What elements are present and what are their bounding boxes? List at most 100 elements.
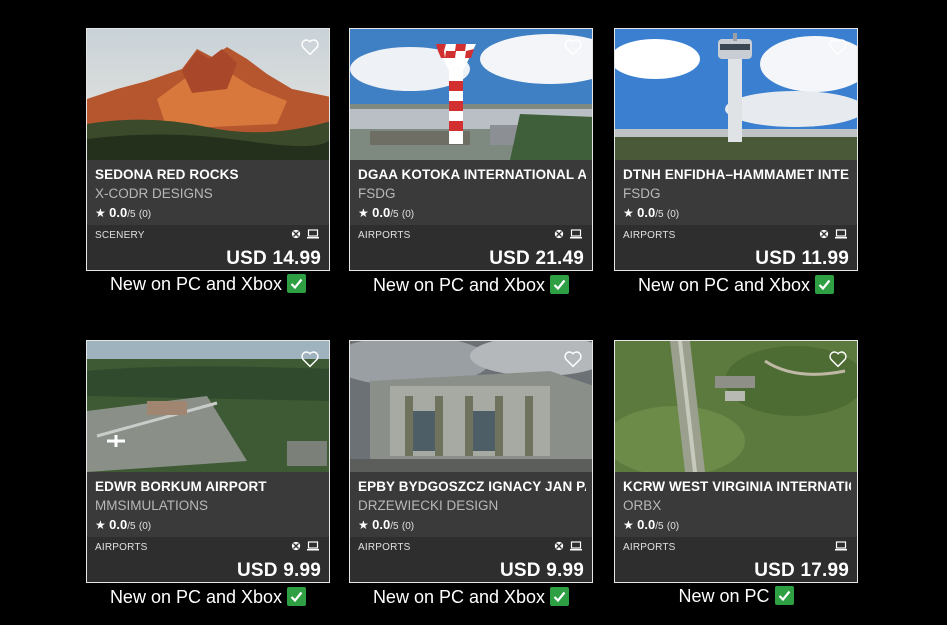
- product-title: KCRW WEST VIRGINIA INTERNATIC: [623, 479, 851, 494]
- xbox-icon: [291, 541, 301, 551]
- xbox-icon: [554, 229, 564, 239]
- rating-count: (0): [666, 209, 680, 220]
- product-card-bydgoszcz[interactable]: EPBY BYDGOSZCZ IGNACY JAN PA DRZEWIECKI …: [349, 340, 593, 583]
- pc-icon: [307, 541, 319, 551]
- product-rating: ★ 0.0/5 (0): [623, 517, 679, 532]
- product-category: AIRPORTS: [623, 230, 676, 241]
- wishlist-heart-icon[interactable]: [300, 350, 320, 368]
- product-footer: AIRPORTS USD 9.99: [87, 537, 329, 582]
- wishlist-heart-icon[interactable]: [828, 38, 848, 56]
- platform-icons: [553, 229, 582, 239]
- rating-score: 0.0: [109, 205, 128, 220]
- product-category: AIRPORTS: [358, 542, 411, 553]
- product-category: SCENERY: [95, 230, 145, 241]
- product-category: AIRPORTS: [95, 542, 148, 553]
- xbox-icon: [819, 229, 829, 239]
- pc-icon: [835, 541, 847, 551]
- product-price: USD 9.99: [237, 560, 321, 581]
- product-info: EPBY BYDGOSZCZ IGNACY JAN PA DRZEWIECKI …: [350, 472, 592, 537]
- product-card-kotoka[interactable]: DGAA KOTOKA INTERNATIONAL A FSDG ★ 0.0/5…: [349, 28, 593, 271]
- availability-caption: New on PC and Xbox: [349, 587, 593, 608]
- rating-scale: /5: [390, 209, 399, 220]
- product-title: SEDONA RED ROCKS: [95, 167, 239, 182]
- product-footer: AIRPORTS USD 11.99: [615, 225, 857, 270]
- product-card-sedona[interactable]: SEDONA RED ROCKS X-CODR DESIGNS ★ 0.0/5 …: [86, 28, 330, 271]
- rating-score: 0.0: [109, 517, 128, 532]
- product-card-borkum[interactable]: EDWR BORKUM AIRPORT MMSIMULATIONS ★ 0.0/…: [86, 340, 330, 583]
- product-publisher: DRZEWIECKI DESIGN: [358, 498, 499, 513]
- product-info: EDWR BORKUM AIRPORT MMSIMULATIONS ★ 0.0/…: [87, 472, 329, 537]
- product-rating: ★ 0.0/5 (0): [623, 205, 679, 220]
- product-rating: ★ 0.0/5 (0): [95, 205, 151, 220]
- pc-icon: [570, 229, 582, 239]
- wishlist-heart-icon[interactable]: [828, 350, 848, 368]
- availability-caption: New on PC and Xbox: [86, 587, 330, 608]
- platform-icons: [290, 229, 319, 239]
- rating-count: (0): [401, 209, 415, 220]
- rating-score: 0.0: [637, 205, 656, 220]
- product-publisher: ORBX: [623, 498, 662, 513]
- platform-icons: [835, 541, 847, 551]
- product-publisher: FSDG: [623, 186, 661, 201]
- product-title: DTNH ENFIDHA–HAMMAMET INTE: [623, 167, 850, 182]
- star-icon: ★: [358, 518, 369, 532]
- wishlist-heart-icon[interactable]: [563, 350, 583, 368]
- checkmark-icon: [774, 586, 794, 605]
- rating-count: (0): [138, 209, 152, 220]
- product-title: EDWR BORKUM AIRPORT: [95, 479, 267, 494]
- caption-text: New on PC and Xbox: [637, 275, 811, 295]
- checkmark-icon: [815, 275, 835, 294]
- availability-caption: New on PC and Xbox: [349, 275, 593, 296]
- caption-text: New on PC and Xbox: [372, 587, 546, 607]
- availability-caption: New on PC and Xbox: [614, 275, 858, 296]
- product-footer: AIRPORTS USD 17.99: [615, 537, 857, 582]
- product-thumbnail: [615, 29, 857, 160]
- product-price: USD 14.99: [226, 248, 321, 269]
- pc-icon: [835, 229, 847, 239]
- product-thumbnail: [350, 341, 592, 472]
- caption-text: New on PC: [678, 586, 770, 606]
- platform-icons: [553, 541, 582, 551]
- xbox-icon: [291, 229, 301, 239]
- pc-icon: [570, 541, 582, 551]
- checkmark-icon: [550, 587, 570, 606]
- product-footer: AIRPORTS USD 9.99: [350, 537, 592, 582]
- product-info: SEDONA RED ROCKS X-CODR DESIGNS ★ 0.0/5 …: [87, 160, 329, 225]
- product-thumbnail: [615, 341, 857, 472]
- product-card-enfidha[interactable]: DTNH ENFIDHA–HAMMAMET INTE FSDG ★ 0.0/5 …: [614, 28, 858, 271]
- wishlist-heart-icon[interactable]: [563, 38, 583, 56]
- rating-count: (0): [138, 521, 152, 532]
- caption-text: New on PC and Xbox: [372, 275, 546, 295]
- star-icon: ★: [623, 518, 634, 532]
- product-info: DTNH ENFIDHA–HAMMAMET INTE FSDG ★ 0.0/5 …: [615, 160, 857, 225]
- rating-scale: /5: [127, 209, 136, 220]
- product-thumbnail: [87, 29, 329, 160]
- product-price: USD 11.99: [755, 248, 849, 269]
- product-price: USD 9.99: [500, 560, 584, 581]
- checkmark-icon: [550, 275, 570, 294]
- xbox-icon: [554, 541, 564, 551]
- star-icon: ★: [623, 206, 634, 220]
- rating-score: 0.0: [372, 205, 391, 220]
- checkmark-icon: [287, 587, 307, 606]
- star-icon: ★: [358, 206, 369, 220]
- product-thumbnail: [350, 29, 592, 160]
- platform-icons: [290, 541, 319, 551]
- rating-score: 0.0: [637, 517, 656, 532]
- product-info: DGAA KOTOKA INTERNATIONAL A FSDG ★ 0.0/5…: [350, 160, 592, 225]
- checkmark-icon: [287, 274, 307, 293]
- rating-count: (0): [401, 521, 415, 532]
- product-publisher: X-CODR DESIGNS: [95, 186, 213, 201]
- product-card-kcrw[interactable]: KCRW WEST VIRGINIA INTERNATIC ORBX ★ 0.0…: [614, 340, 858, 583]
- platform-icons: [818, 229, 847, 239]
- product-footer: SCENERY USD 14.99: [87, 225, 329, 270]
- availability-caption: New on PC and Xbox: [86, 274, 330, 295]
- rating-score: 0.0: [372, 517, 391, 532]
- rating-scale: /5: [655, 209, 664, 220]
- rating-scale: /5: [127, 521, 136, 532]
- caption-text: New on PC and Xbox: [109, 274, 283, 294]
- wishlist-heart-icon[interactable]: [300, 38, 320, 56]
- star-icon: ★: [95, 518, 106, 532]
- product-category: AIRPORTS: [623, 542, 676, 553]
- product-publisher: MMSIMULATIONS: [95, 498, 209, 513]
